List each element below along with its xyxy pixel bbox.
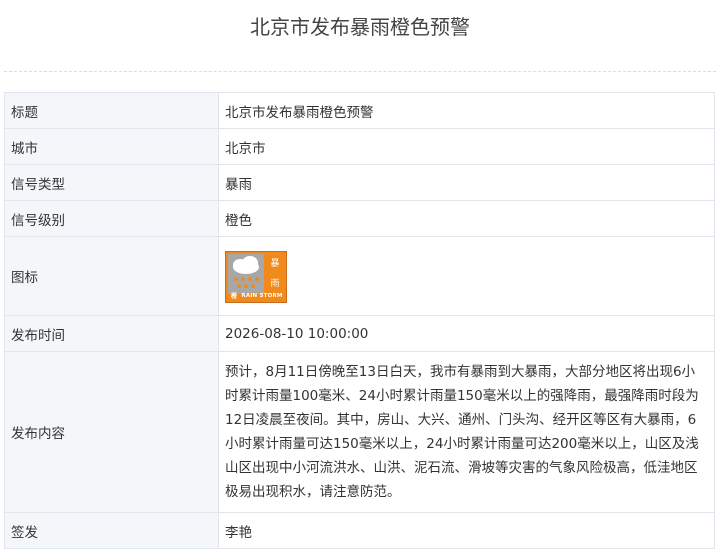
icon-english-label: RAIN STORM xyxy=(241,292,283,299)
row-value-city: 北京市 xyxy=(218,128,715,165)
table-row: 发布时间 2026-08-10 10:00:00 xyxy=(4,315,715,352)
table-row: 发布内容 预计，8月11日傍晚至13日白天，我市有暴雨到大暴雨，大部分地区将出现… xyxy=(4,351,715,513)
row-value-content: 预计，8月11日傍晚至13日白天，我市有暴雨到大暴雨，大部分地区将出现6小时累计… xyxy=(225,364,699,500)
cloud-rain-icon xyxy=(228,253,264,294)
rainstorm-orange-warning-icon: 暴 雨 橙 RAIN STORM xyxy=(225,250,287,303)
row-label-signer: 签发 xyxy=(4,512,219,549)
table-row: 信号类型 暴雨 xyxy=(4,164,715,201)
row-label-icon: 图标 xyxy=(4,236,219,316)
table-row: 标题 北京市发布暴雨橙色预警 xyxy=(4,92,715,129)
row-value-signer: 李艳 xyxy=(218,512,715,549)
icon-char-top: 暴 xyxy=(270,258,280,269)
warning-info-table: 标题 北京市发布暴雨橙色预警 城市 北京市 信号类型 暴雨 信号级别 橙色 图标 xyxy=(4,92,715,549)
table-row: 图标 暴 雨 橙 RAIN STORM xyxy=(4,236,715,316)
table-row: 城市 北京市 xyxy=(4,128,715,165)
row-label-city: 城市 xyxy=(4,128,219,165)
title-divider xyxy=(4,71,716,72)
row-value-title: 北京市发布暴雨橙色预警 xyxy=(218,92,715,129)
row-label-content: 发布内容 xyxy=(4,351,219,513)
row-value-signal-level: 橙色 xyxy=(218,200,715,237)
icon-char-middle: 雨 xyxy=(270,278,280,289)
icon-level-char: 橙 xyxy=(230,293,238,300)
row-value-publish-time: 2026-08-10 10:00:00 xyxy=(218,315,715,352)
page-title: 北京市发布暴雨橙色预警 xyxy=(250,15,470,39)
table-row: 签发 李艳 xyxy=(4,512,715,549)
row-label-signal-level: 信号级别 xyxy=(4,200,219,237)
row-label-title: 标题 xyxy=(4,92,219,129)
row-value-signal-type: 暴雨 xyxy=(218,164,715,201)
row-label-publish-time: 发布时间 xyxy=(4,315,219,352)
row-label-signal-type: 信号类型 xyxy=(4,164,219,201)
table-row: 信号级别 橙色 xyxy=(4,200,715,237)
